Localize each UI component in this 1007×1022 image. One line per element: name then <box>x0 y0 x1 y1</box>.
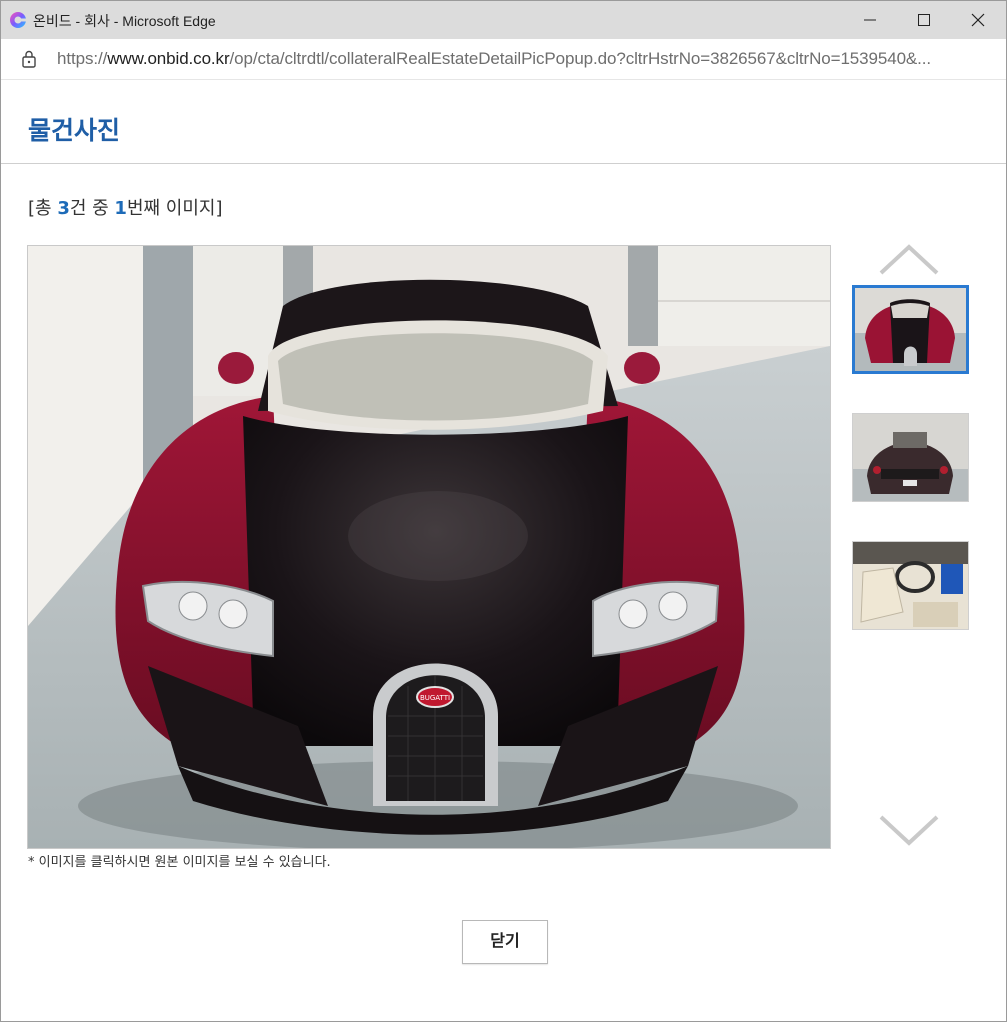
title-bar: 온비드 - 회사 - Microsoft Edge <box>1 1 1006 39</box>
scroll-down-button[interactable] <box>879 815 939 847</box>
minimize-icon <box>864 19 876 21</box>
browser-logo-icon <box>10 12 26 28</box>
url-text[interactable]: https://www.onbid.co.kr/op/cta/cltrdtl/c… <box>57 49 931 69</box>
thumb-car-interior[interactable] <box>852 541 969 630</box>
url-path: /op/cta/cltrdtl/collateralRealEstateDeta… <box>229 49 932 68</box>
window-title: 온비드 - 회사 - Microsoft Edge <box>33 13 216 29</box>
thumb-car-rear[interactable] <box>852 413 969 502</box>
url-host: www.onbid.co.kr <box>107 49 230 68</box>
browser-window: 온비드 - 회사 - Microsoft Edge https://www.on… <box>0 0 1007 1022</box>
badge-text: BUGATTI <box>420 694 450 702</box>
maximize-icon <box>918 14 930 26</box>
page-title: 물건사진 <box>28 116 121 145</box>
close-window-button[interactable] <box>951 1 1005 39</box>
counter-total: 3 <box>57 198 70 219</box>
close-button[interactable]: 닫기 <box>462 920 548 964</box>
minimize-button[interactable] <box>843 1 897 39</box>
chevron-down-icon <box>879 815 939 846</box>
car-front-photo: BUGATTI <box>28 246 830 848</box>
counter-current: 1 <box>114 198 127 219</box>
thumb-car-interior-image <box>853 542 968 629</box>
thumb-car-front[interactable] <box>852 285 969 374</box>
url-scheme: https:// <box>57 49 108 68</box>
thumb-car-rear-image <box>853 414 968 501</box>
click-hint-note: * 이미지를 클릭하시면 원본 이미지를 보실 수 있습니다. <box>28 855 331 870</box>
thumb-car-front-image <box>855 288 966 371</box>
scroll-up-button[interactable] <box>879 243 939 275</box>
main-photo[interactable]: BUGATTI <box>27 245 831 849</box>
counter-close: 번째 이미지] <box>126 198 223 219</box>
chevron-up-icon <box>879 244 939 275</box>
close-icon <box>971 13 985 27</box>
counter-mid: 건 중 <box>69 198 115 219</box>
header-divider <box>1 163 1006 164</box>
address-bar: https://www.onbid.co.kr/op/cta/cltrdtl/c… <box>1 39 1006 80</box>
image-counter: [총 3건 중 1번째 이미지] <box>28 194 223 220</box>
lock-icon[interactable] <box>21 49 37 69</box>
maximize-button[interactable] <box>897 1 951 39</box>
counter-open: [총 <box>28 198 58 219</box>
